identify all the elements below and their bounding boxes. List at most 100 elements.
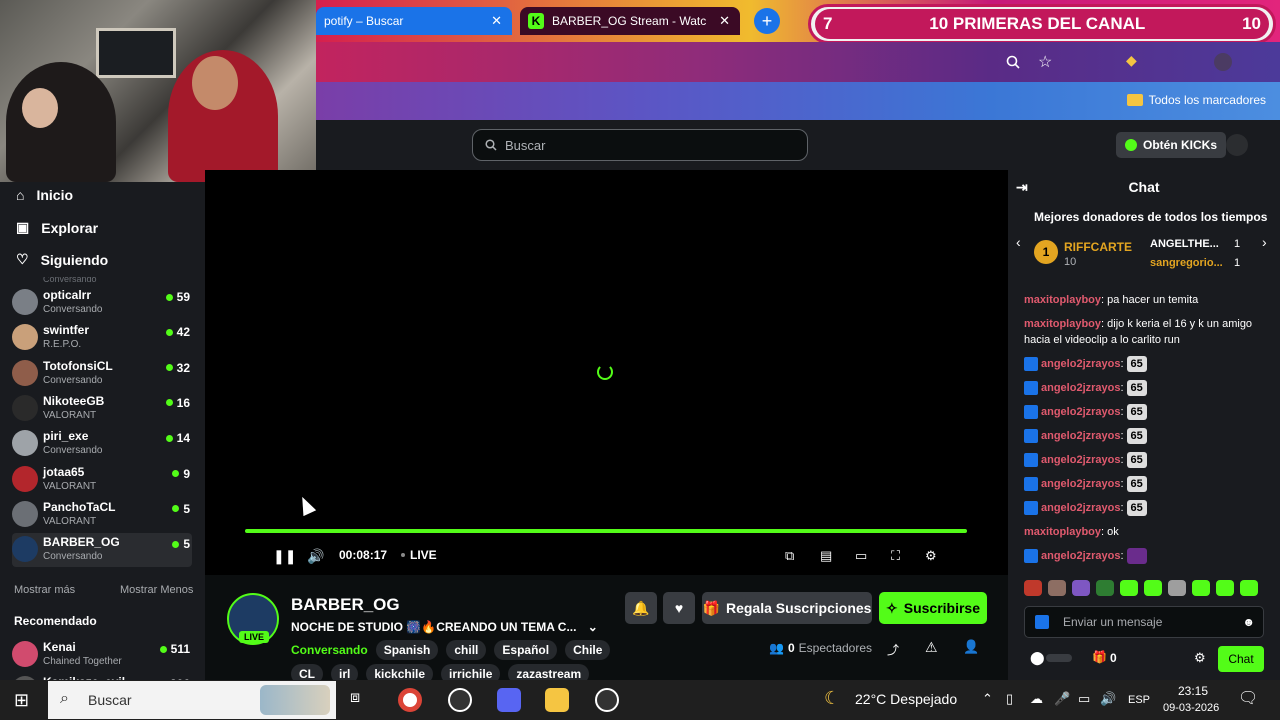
share-icon[interactable]: ⤴ [887,641,899,658]
emote-button[interactable] [1240,580,1258,596]
chat-username[interactable]: angelo2jzrayos [1041,550,1120,562]
chat-username[interactable]: angelo2jzrayos [1041,358,1120,370]
chrome-icon[interactable] [398,688,422,712]
gift-subs-button[interactable]: 🎁 Regala Suscripciones [702,592,872,624]
sidebar-channel-1[interactable]: swintfer R.E.P.O. 42 [12,321,192,355]
chat-username[interactable]: angelo2jzrayos [1041,478,1120,490]
fullscreen-icon[interactable]: ⛶ [891,548,900,564]
channel-points-icon[interactable]: ⬤ [1030,650,1045,666]
channel-name[interactable]: BARBER_OG [291,595,400,615]
speaker-icon[interactable]: 🔊 [1100,691,1116,707]
pause-button[interactable]: ❚❚ [273,548,296,565]
tray-icon[interactable]: ▯ [1006,691,1013,707]
send-chat-button[interactable]: Chat [1218,646,1264,672]
video-player[interactable]: ❚❚ 🔊 00:08:17 LIVE ⧉ ▤ ▭ ⛶ ⚙ [205,170,1008,575]
tab-spotify[interactable]: potify – Buscar ✕ [316,7,512,35]
sidebar-channel-6[interactable]: PanchoTaCL VALORANT 5 [12,498,192,532]
report-icon[interactable]: ⚠ [925,639,938,656]
new-tab-button[interactable]: + [754,8,780,34]
volume-icon[interactable]: 🔊 [307,548,324,565]
progress-bar[interactable] [245,529,967,533]
weather-text[interactable]: 22°C Despejado [855,691,957,707]
search-input[interactable]: Buscar [472,129,808,161]
emoji-icon[interactable]: ☻ [1242,615,1255,629]
gift-icon[interactable]: 🎁 [1092,650,1107,664]
chat-username[interactable]: angelo2jzrayos [1041,406,1120,418]
profile-avatar[interactable] [1214,53,1232,71]
emote-button[interactable] [1072,580,1090,596]
star-icon[interactable]: ☆ [1038,52,1052,72]
sidebar-channel-2[interactable]: TotofonsiCL Conversando 32 [12,357,192,391]
nav-home[interactable]: ⌂ Inicio [16,187,73,203]
recommended-channel-0[interactable]: Kenai Chained Together 511 [12,638,192,672]
chat-username[interactable]: angelo2jzrayos [1041,430,1120,442]
emote-button[interactable] [1024,580,1042,596]
chevron-left-icon[interactable]: ‹ [1016,234,1021,250]
emote-button[interactable] [1144,580,1162,596]
chevron-down-icon[interactable]: ⌄ [588,620,598,634]
app-icon[interactable] [595,688,619,712]
viewer-count: 5 [172,502,190,516]
microphone-icon[interactable]: 🎤 [1054,691,1070,707]
all-bookmarks[interactable]: Todos los marcadores [1126,93,1266,107]
zoom-icon[interactable] [1006,55,1020,69]
sidebar-channel-5[interactable]: jotaa65 VALORANT 9 [12,463,192,497]
task-view-icon[interactable]: ⧈ [350,689,360,707]
nav-following[interactable]: ♡ Siguiendo [16,251,108,268]
clock-time[interactable]: 23:15 [1178,684,1208,698]
chevron-up-icon[interactable]: ⌃ [982,691,993,707]
miniplayer-icon[interactable]: ⧉ [785,548,794,564]
user-avatar[interactable] [1226,134,1248,156]
sidebar-channel-4[interactable]: piri_exe Conversando 14 [12,427,192,461]
tag[interactable]: chill [446,640,487,660]
category-link[interactable]: Conversando [291,643,368,657]
subscribe-button[interactable]: ✧ Suscribirse [879,592,987,624]
extension-icon[interactable]: ◆ [1126,52,1137,69]
user-menu-icon[interactable]: 👤 [963,639,979,655]
clock-date[interactable]: 09-03-2026 [1163,702,1219,714]
show-less-link[interactable]: Mostrar Menos [120,584,193,596]
get-kicks-button[interactable]: Obtén KICKs [1116,132,1227,158]
emote-button[interactable] [1192,580,1210,596]
windows-start-icon[interactable]: ⊞ [14,690,29,711]
emote-button[interactable] [1048,580,1066,596]
emote-button[interactable] [1120,580,1138,596]
follow-button[interactable]: ♥ [663,592,695,624]
chat-username[interactable]: angelo2jzrayos [1041,502,1120,514]
discord-icon[interactable] [497,688,521,712]
tag[interactable]: Español [494,640,558,660]
close-icon[interactable]: ✕ [719,13,730,29]
collapse-chat-icon[interactable]: ⇥ [1016,179,1028,196]
sidebar-channel-3[interactable]: NikoteeGB VALORANT 16 [12,392,192,426]
network-icon[interactable]: ▭ [1078,691,1090,707]
sidebar-channel-7[interactable]: BARBER_OG Conversando 5 [12,533,192,568]
file-explorer-icon[interactable] [545,688,569,712]
chat-username[interactable]: maxitoplayboy [1024,294,1101,306]
tag[interactable]: Spanish [375,640,439,660]
language-indicator[interactable]: ESP [1128,694,1150,706]
chat-username[interactable]: angelo2jzrayos [1041,454,1120,466]
settings-icon[interactable]: ⚙ [1194,650,1206,666]
emote-button[interactable] [1168,580,1186,596]
emote-button[interactable] [1096,580,1114,596]
show-more-link[interactable]: Mostrar más [14,584,75,596]
chevron-right-icon[interactable]: › [1262,234,1267,250]
tag[interactable]: Chile [565,640,611,660]
nav-explore[interactable]: ▣ Explorar [16,219,98,236]
theater-icon[interactable]: ▭ [855,548,867,564]
notification-button[interactable]: 🔔 [625,592,657,624]
notifications-icon[interactable]: 🗨 [1238,688,1258,708]
close-icon[interactable]: ✕ [491,13,502,29]
chat-username[interactable]: angelo2jzrayos [1041,382,1120,394]
sidebar-channel-0[interactable]: opticalrr Conversando 59 [12,286,192,320]
emote-button[interactable] [1216,580,1234,596]
chat-input[interactable]: Enviar un mensaje ☻ [1024,606,1264,638]
tab-kick[interactable]: K BARBER_OG Stream - Watc ✕ [520,7,740,35]
obs-icon[interactable] [448,688,472,712]
chat-username[interactable]: maxitoplayboy [1024,526,1101,538]
clip-icon[interactable]: ▤ [820,548,832,564]
taskbar-search[interactable]: ⌕ Buscar [48,681,336,719]
cloud-icon[interactable]: ☁ [1030,691,1043,707]
settings-icon[interactable]: ⚙ [925,548,937,564]
chat-username[interactable]: maxitoplayboy [1024,318,1101,330]
